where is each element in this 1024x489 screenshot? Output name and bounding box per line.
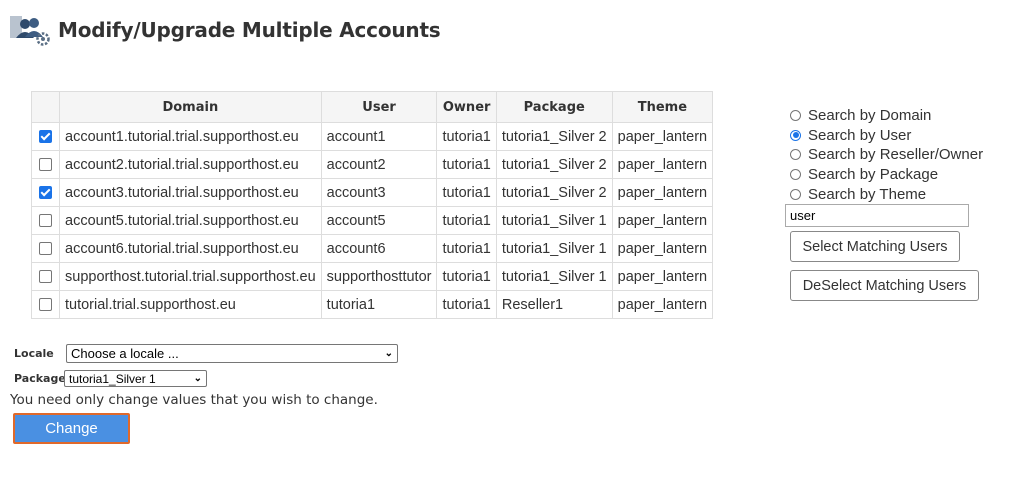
search-input[interactable] <box>785 204 969 227</box>
cell-theme: paper_lantern <box>611 206 714 235</box>
cell-user: account6 <box>320 234 438 263</box>
cell-domain: account3.tutorial.trial.supporthost.eu <box>59 178 322 207</box>
table-row: account6.tutorial.trial.supporthost.eu ac… <box>31 234 714 263</box>
row-checkbox[interactable] <box>39 158 52 172</box>
locale-select[interactable]: Choose a locale ... ⌄ <box>66 344 398 363</box>
search-option-label: Search by Package <box>808 166 939 184</box>
cell-owner: tutoria1 <box>436 290 497 319</box>
search-option-label: Search by User <box>808 126 912 144</box>
cell-owner: tutoria1 <box>436 178 497 207</box>
cell-package: tutoria1_Silver 1 <box>495 234 613 263</box>
locale-row: Locale Choose a locale ... ⌄ <box>14 344 398 363</box>
deselect-matching-users-button[interactable]: DeSelect Matching Users <box>790 270 979 301</box>
row-select-cell <box>31 206 60 235</box>
column-header-user[interactable]: User <box>320 91 438 123</box>
search-option-radio[interactable] <box>790 110 801 122</box>
chevron-down-icon: ⌄ <box>193 373 202 384</box>
chevron-down-icon: ⌄ <box>384 348 393 359</box>
cell-theme: paper_lantern <box>611 150 714 179</box>
row-checkbox[interactable] <box>39 130 52 144</box>
cell-package: tutoria1_Silver 2 <box>495 122 613 151</box>
cell-user: account2 <box>320 150 438 179</box>
search-option-radio[interactable] <box>790 149 801 161</box>
search-option-label: Search by Domain <box>808 107 932 125</box>
table-header-row: Domain User Owner Package Theme <box>31 91 714 123</box>
row-checkbox[interactable] <box>39 270 52 284</box>
row-select-cell <box>31 122 60 151</box>
search-option-radio[interactable] <box>790 169 801 181</box>
locale-select-value: Choose a locale ... <box>71 346 179 361</box>
table-row: account1.tutorial.trial.supporthost.eu ac… <box>31 122 714 151</box>
search-option-label: Search by Theme <box>808 185 927 203</box>
users-gear-icon <box>10 16 50 46</box>
select-matching-users-button[interactable]: Select Matching Users <box>790 231 960 262</box>
cell-package: tutoria1_Silver 1 <box>495 262 613 291</box>
cell-owner: tutoria1 <box>436 206 497 235</box>
row-checkbox[interactable] <box>39 242 52 256</box>
cell-owner: tutoria1 <box>436 262 497 291</box>
row-select-cell <box>31 262 60 291</box>
cell-owner: tutoria1 <box>436 234 497 263</box>
row-select-cell <box>31 234 60 263</box>
row-checkbox[interactable] <box>39 186 52 200</box>
package-row: Package tutoria1_Silver 1 ⌄ <box>14 370 207 387</box>
cell-theme: paper_lantern <box>611 262 714 291</box>
cell-owner: tutoria1 <box>436 122 497 151</box>
cell-theme: paper_lantern <box>611 178 714 207</box>
page-header: Modify/Upgrade Multiple Accounts <box>10 14 441 46</box>
row-checkbox[interactable] <box>39 298 52 312</box>
search-option-radio[interactable] <box>790 188 801 200</box>
cell-domain: supporthost.tutorial.trial.supporthost.e… <box>59 262 322 291</box>
row-checkbox[interactable] <box>39 214 52 228</box>
change-button[interactable]: Change <box>13 413 130 444</box>
cell-domain: tutorial.trial.supporthost.eu <box>59 290 322 319</box>
column-header-theme[interactable]: Theme <box>611 91 714 123</box>
cell-owner: tutoria1 <box>436 150 497 179</box>
cell-package: tutoria1_Silver 1 <box>495 206 613 235</box>
column-header-owner[interactable]: Owner <box>436 91 497 123</box>
search-option[interactable]: Search by Domain <box>790 106 983 126</box>
search-option-radio[interactable] <box>790 129 801 141</box>
page-title: Modify/Upgrade Multiple Accounts <box>58 18 441 42</box>
cell-domain: account6.tutorial.trial.supporthost.eu <box>59 234 322 263</box>
cell-domain: account5.tutorial.trial.supporthost.eu <box>59 206 322 235</box>
package-select-value: tutoria1_Silver 1 <box>69 371 156 386</box>
column-header-domain[interactable]: Domain <box>59 91 322 123</box>
package-label: Package <box>14 372 66 385</box>
table-row: account2.tutorial.trial.supporthost.eu ac… <box>31 150 714 179</box>
cell-theme: paper_lantern <box>611 122 714 151</box>
cell-theme: paper_lantern <box>611 234 714 263</box>
table-row: account3.tutorial.trial.supporthost.eu ac… <box>31 178 714 207</box>
package-select[interactable]: tutoria1_Silver 1 ⌄ <box>64 370 207 387</box>
cell-user: account3 <box>320 178 438 207</box>
row-select-cell <box>31 290 60 319</box>
cell-user: account1 <box>320 122 438 151</box>
row-select-cell <box>31 150 60 179</box>
search-option[interactable]: Search by User <box>790 126 983 146</box>
column-header-package[interactable]: Package <box>495 91 613 123</box>
cell-user: account5 <box>320 206 438 235</box>
table-row: account5.tutorial.trial.supporthost.eu ac… <box>31 206 714 235</box>
search-option[interactable]: Search by Package <box>790 165 983 185</box>
row-select-cell <box>31 178 60 207</box>
cell-package: tutoria1_Silver 2 <box>495 150 613 179</box>
cell-package: Reseller1 <box>495 290 613 319</box>
locale-label: Locale <box>14 347 54 360</box>
cell-domain: account1.tutorial.trial.supporthost.eu <box>59 122 322 151</box>
cell-theme: paper_lantern <box>611 290 714 319</box>
search-option-label: Search by Reseller/Owner <box>808 146 984 164</box>
accounts-table: Domain User Owner Package Theme account1… <box>31 91 714 319</box>
cell-package: tutoria1_Silver 2 <box>495 178 613 207</box>
change-note: You need only change values that you wis… <box>10 392 378 408</box>
table-row: supporthost.tutorial.trial.supporthost.e… <box>31 262 714 291</box>
search-option[interactable]: Search by Reseller/Owner <box>790 145 983 165</box>
search-option[interactable]: Search by Theme <box>790 184 983 204</box>
cell-user: supporthosttutor <box>320 262 438 291</box>
cell-domain: account2.tutorial.trial.supporthost.eu <box>59 150 322 179</box>
select-column-header <box>31 91 60 123</box>
cell-user: tutoria1 <box>320 290 438 319</box>
search-options: Search by Domain Search by User Search by … <box>790 106 983 204</box>
table-row: tutorial.trial.supporthost.eu tutoria1 tut… <box>31 290 714 319</box>
